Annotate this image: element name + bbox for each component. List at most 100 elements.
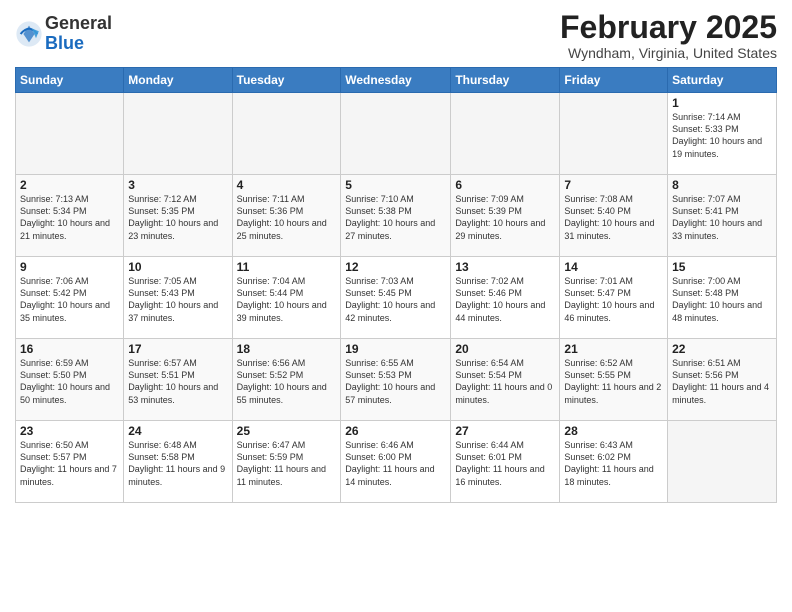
- col-tuesday: Tuesday: [232, 68, 341, 93]
- day-number: 11: [237, 260, 337, 274]
- day-number: 9: [20, 260, 119, 274]
- calendar-cell: 4Sunrise: 7:11 AM Sunset: 5:36 PM Daylig…: [232, 175, 341, 257]
- day-info: Sunrise: 7:06 AM Sunset: 5:42 PM Dayligh…: [20, 275, 119, 324]
- calendar-cell: [560, 93, 668, 175]
- day-number: 23: [20, 424, 119, 438]
- day-number: 21: [564, 342, 663, 356]
- day-number: 10: [128, 260, 227, 274]
- calendar-cell: 25Sunrise: 6:47 AM Sunset: 5:59 PM Dayli…: [232, 421, 341, 503]
- day-number: 14: [564, 260, 663, 274]
- day-info: Sunrise: 7:12 AM Sunset: 5:35 PM Dayligh…: [128, 193, 227, 242]
- col-saturday: Saturday: [668, 68, 777, 93]
- month-title: February 2025: [560, 10, 777, 45]
- calendar-week-row: 23Sunrise: 6:50 AM Sunset: 5:57 PM Dayli…: [16, 421, 777, 503]
- day-info: Sunrise: 7:01 AM Sunset: 5:47 PM Dayligh…: [564, 275, 663, 324]
- day-number: 18: [237, 342, 337, 356]
- page: General Blue February 2025 Wyndham, Virg…: [0, 0, 792, 612]
- day-number: 2: [20, 178, 119, 192]
- day-number: 17: [128, 342, 227, 356]
- header: General Blue February 2025 Wyndham, Virg…: [15, 10, 777, 61]
- calendar-cell: [124, 93, 232, 175]
- day-info: Sunrise: 6:59 AM Sunset: 5:50 PM Dayligh…: [20, 357, 119, 406]
- day-info: Sunrise: 6:52 AM Sunset: 5:55 PM Dayligh…: [564, 357, 663, 406]
- col-monday: Monday: [124, 68, 232, 93]
- calendar-cell: 27Sunrise: 6:44 AM Sunset: 6:01 PM Dayli…: [451, 421, 560, 503]
- col-wednesday: Wednesday: [341, 68, 451, 93]
- calendar-table: Sunday Monday Tuesday Wednesday Thursday…: [15, 67, 777, 503]
- day-number: 1: [672, 96, 772, 110]
- calendar-cell: 19Sunrise: 6:55 AM Sunset: 5:53 PM Dayli…: [341, 339, 451, 421]
- calendar-cell: [341, 93, 451, 175]
- calendar-cell: 17Sunrise: 6:57 AM Sunset: 5:51 PM Dayli…: [124, 339, 232, 421]
- day-info: Sunrise: 6:51 AM Sunset: 5:56 PM Dayligh…: [672, 357, 772, 406]
- day-info: Sunrise: 7:09 AM Sunset: 5:39 PM Dayligh…: [455, 193, 555, 242]
- calendar-cell: [232, 93, 341, 175]
- calendar-cell: 6Sunrise: 7:09 AM Sunset: 5:39 PM Daylig…: [451, 175, 560, 257]
- calendar-cell: 22Sunrise: 6:51 AM Sunset: 5:56 PM Dayli…: [668, 339, 777, 421]
- col-sunday: Sunday: [16, 68, 124, 93]
- calendar-header-row: Sunday Monday Tuesday Wednesday Thursday…: [16, 68, 777, 93]
- calendar-cell: 1Sunrise: 7:14 AM Sunset: 5:33 PM Daylig…: [668, 93, 777, 175]
- logo-icon: [15, 20, 43, 48]
- day-number: 19: [345, 342, 446, 356]
- calendar-cell: 3Sunrise: 7:12 AM Sunset: 5:35 PM Daylig…: [124, 175, 232, 257]
- calendar-cell: 9Sunrise: 7:06 AM Sunset: 5:42 PM Daylig…: [16, 257, 124, 339]
- day-info: Sunrise: 6:54 AM Sunset: 5:54 PM Dayligh…: [455, 357, 555, 406]
- day-number: 7: [564, 178, 663, 192]
- day-info: Sunrise: 6:50 AM Sunset: 5:57 PM Dayligh…: [20, 439, 119, 488]
- day-number: 26: [345, 424, 446, 438]
- calendar-cell: 20Sunrise: 6:54 AM Sunset: 5:54 PM Dayli…: [451, 339, 560, 421]
- calendar-cell: 2Sunrise: 7:13 AM Sunset: 5:34 PM Daylig…: [16, 175, 124, 257]
- calendar-cell: 11Sunrise: 7:04 AM Sunset: 5:44 PM Dayli…: [232, 257, 341, 339]
- calendar-cell: 15Sunrise: 7:00 AM Sunset: 5:48 PM Dayli…: [668, 257, 777, 339]
- calendar-cell: 24Sunrise: 6:48 AM Sunset: 5:58 PM Dayli…: [124, 421, 232, 503]
- day-info: Sunrise: 6:43 AM Sunset: 6:02 PM Dayligh…: [564, 439, 663, 488]
- day-info: Sunrise: 6:56 AM Sunset: 5:52 PM Dayligh…: [237, 357, 337, 406]
- day-info: Sunrise: 6:47 AM Sunset: 5:59 PM Dayligh…: [237, 439, 337, 488]
- day-number: 27: [455, 424, 555, 438]
- calendar-cell: 21Sunrise: 6:52 AM Sunset: 5:55 PM Dayli…: [560, 339, 668, 421]
- calendar-cell: 10Sunrise: 7:05 AM Sunset: 5:43 PM Dayli…: [124, 257, 232, 339]
- day-info: Sunrise: 7:13 AM Sunset: 5:34 PM Dayligh…: [20, 193, 119, 242]
- day-info: Sunrise: 6:44 AM Sunset: 6:01 PM Dayligh…: [455, 439, 555, 488]
- day-info: Sunrise: 6:48 AM Sunset: 5:58 PM Dayligh…: [128, 439, 227, 488]
- calendar-week-row: 9Sunrise: 7:06 AM Sunset: 5:42 PM Daylig…: [16, 257, 777, 339]
- day-info: Sunrise: 7:03 AM Sunset: 5:45 PM Dayligh…: [345, 275, 446, 324]
- day-number: 22: [672, 342, 772, 356]
- day-info: Sunrise: 7:02 AM Sunset: 5:46 PM Dayligh…: [455, 275, 555, 324]
- logo: General Blue: [15, 14, 112, 54]
- day-number: 4: [237, 178, 337, 192]
- calendar-cell: 26Sunrise: 6:46 AM Sunset: 6:00 PM Dayli…: [341, 421, 451, 503]
- day-number: 3: [128, 178, 227, 192]
- day-number: 6: [455, 178, 555, 192]
- logo-blue: Blue: [45, 33, 84, 53]
- day-info: Sunrise: 7:00 AM Sunset: 5:48 PM Dayligh…: [672, 275, 772, 324]
- calendar-cell: 18Sunrise: 6:56 AM Sunset: 5:52 PM Dayli…: [232, 339, 341, 421]
- calendar-cell: 5Sunrise: 7:10 AM Sunset: 5:38 PM Daylig…: [341, 175, 451, 257]
- day-info: Sunrise: 7:08 AM Sunset: 5:40 PM Dayligh…: [564, 193, 663, 242]
- day-number: 13: [455, 260, 555, 274]
- calendar-cell: [451, 93, 560, 175]
- logo-text: General Blue: [45, 14, 112, 54]
- day-info: Sunrise: 7:05 AM Sunset: 5:43 PM Dayligh…: [128, 275, 227, 324]
- day-number: 16: [20, 342, 119, 356]
- calendar-cell: [668, 421, 777, 503]
- calendar-week-row: 16Sunrise: 6:59 AM Sunset: 5:50 PM Dayli…: [16, 339, 777, 421]
- day-info: Sunrise: 6:46 AM Sunset: 6:00 PM Dayligh…: [345, 439, 446, 488]
- title-block: February 2025 Wyndham, Virginia, United …: [560, 10, 777, 61]
- day-number: 24: [128, 424, 227, 438]
- calendar-cell: 16Sunrise: 6:59 AM Sunset: 5:50 PM Dayli…: [16, 339, 124, 421]
- day-number: 20: [455, 342, 555, 356]
- calendar-cell: 14Sunrise: 7:01 AM Sunset: 5:47 PM Dayli…: [560, 257, 668, 339]
- day-number: 25: [237, 424, 337, 438]
- calendar-cell: 7Sunrise: 7:08 AM Sunset: 5:40 PM Daylig…: [560, 175, 668, 257]
- col-friday: Friday: [560, 68, 668, 93]
- day-info: Sunrise: 7:07 AM Sunset: 5:41 PM Dayligh…: [672, 193, 772, 242]
- day-number: 8: [672, 178, 772, 192]
- calendar-cell: [16, 93, 124, 175]
- calendar-cell: 23Sunrise: 6:50 AM Sunset: 5:57 PM Dayli…: [16, 421, 124, 503]
- day-info: Sunrise: 7:10 AM Sunset: 5:38 PM Dayligh…: [345, 193, 446, 242]
- calendar-cell: 8Sunrise: 7:07 AM Sunset: 5:41 PM Daylig…: [668, 175, 777, 257]
- day-info: Sunrise: 7:14 AM Sunset: 5:33 PM Dayligh…: [672, 111, 772, 160]
- day-number: 12: [345, 260, 446, 274]
